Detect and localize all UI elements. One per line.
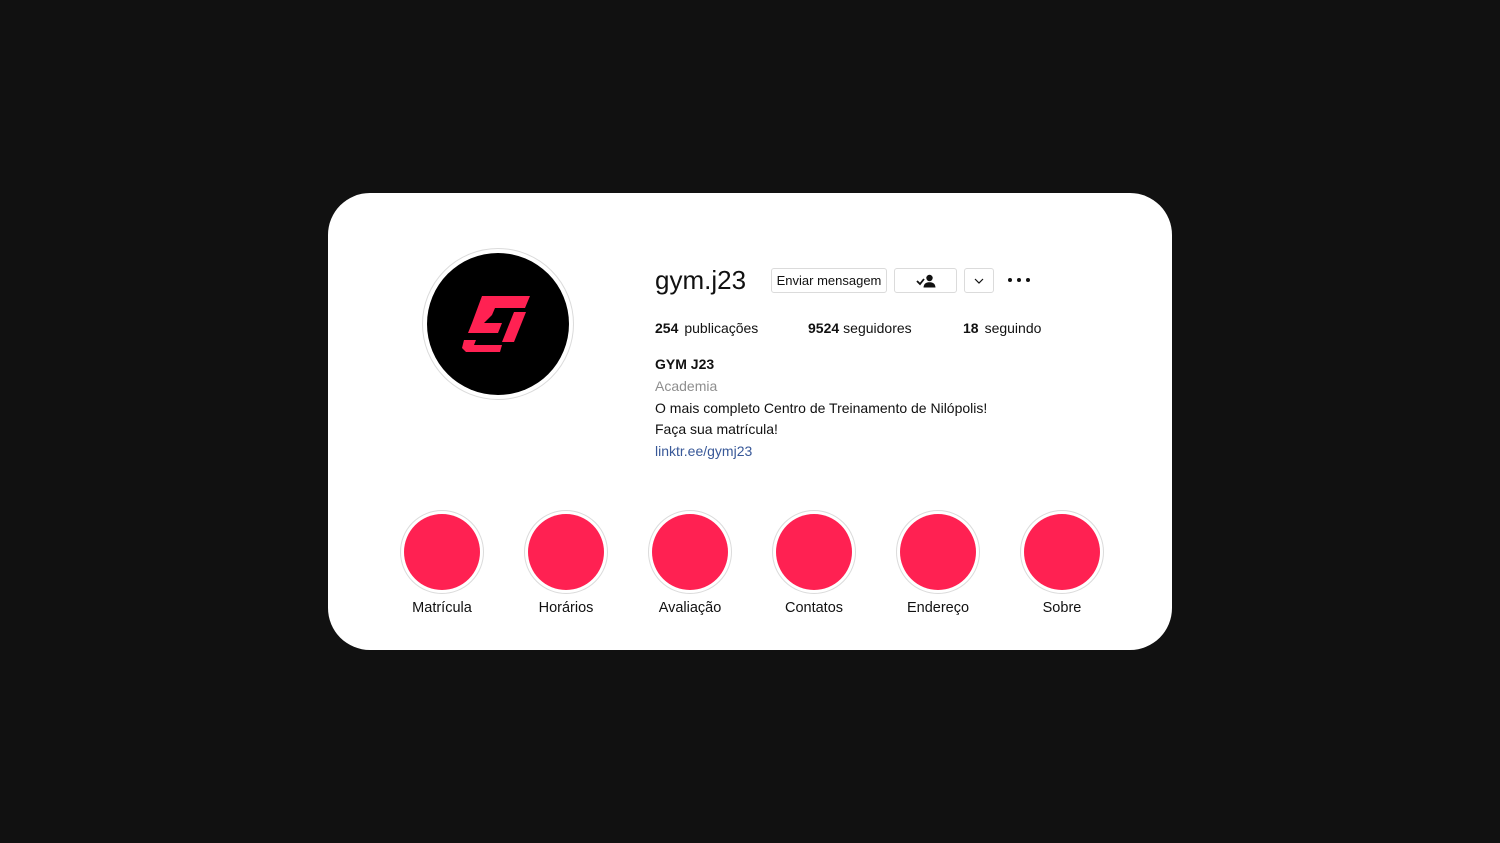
following-count: 18 [963,320,979,336]
highlight-label: Avaliação [658,600,722,616]
suggestions-dropdown-button[interactable] [964,268,994,293]
following-label: seguindo [984,320,1042,336]
following-button[interactable] [894,268,957,293]
posts-count: 254 [655,320,679,336]
highlight-cover [1020,510,1104,594]
profile-category: Academia [655,377,718,394]
bio-line-1: O mais completo Centro de Treinamento de… [655,399,988,416]
send-message-button[interactable]: Enviar mensagem [771,268,887,293]
highlight-cover [896,510,980,594]
person-check-icon [915,274,935,287]
highlight-cover [524,510,608,594]
gym-j23-logo-icon [462,296,530,352]
following-stat[interactable]: 18 seguindo [963,320,1041,336]
profile-username: gym.j23 [655,265,747,295]
posts-stat[interactable]: 254 publicações [655,320,758,336]
profile-avatar[interactable] [422,248,574,400]
highlight-label: Endereço [906,600,970,616]
more-options-icon[interactable] [1008,273,1030,287]
followers-label: seguidores [843,320,912,336]
highlight-item[interactable]: Horários [524,510,608,616]
profile-card: gym.j23 Enviar mensagem 254 publicações 9… [328,193,1172,650]
bio-link[interactable]: linktr.ee/gymj23 [655,441,987,463]
profile-bio: GYM J23 Academia O mais completo Centro … [655,354,987,463]
chevron-down-icon [974,278,984,284]
avatar-image [427,253,569,395]
highlight-label: Sobre [1042,600,1082,616]
highlight-item[interactable]: Matrícula [400,510,484,616]
highlight-label: Matrícula [412,600,472,616]
followers-count: 9524 [808,320,840,336]
bio-line-2: Faça sua matrícula! [655,421,778,438]
posts-label: publicações [684,320,759,336]
highlight-label: Horários [538,600,594,616]
highlight-item[interactable]: Endereço [896,510,980,616]
highlight-item[interactable]: Avaliação [648,510,732,616]
highlight-cover [648,510,732,594]
highlight-label: Contatos [784,600,844,616]
profile-display-name: GYM J23 [655,356,715,372]
highlight-cover [400,510,484,594]
highlight-item[interactable]: Sobre [1020,510,1104,616]
story-highlights: Matrícula Horários Avaliação Contatos En… [400,510,1104,620]
highlight-item[interactable]: Contatos [772,510,856,616]
followers-stat[interactable]: 9524 seguidores [808,320,912,336]
highlight-cover [772,510,856,594]
